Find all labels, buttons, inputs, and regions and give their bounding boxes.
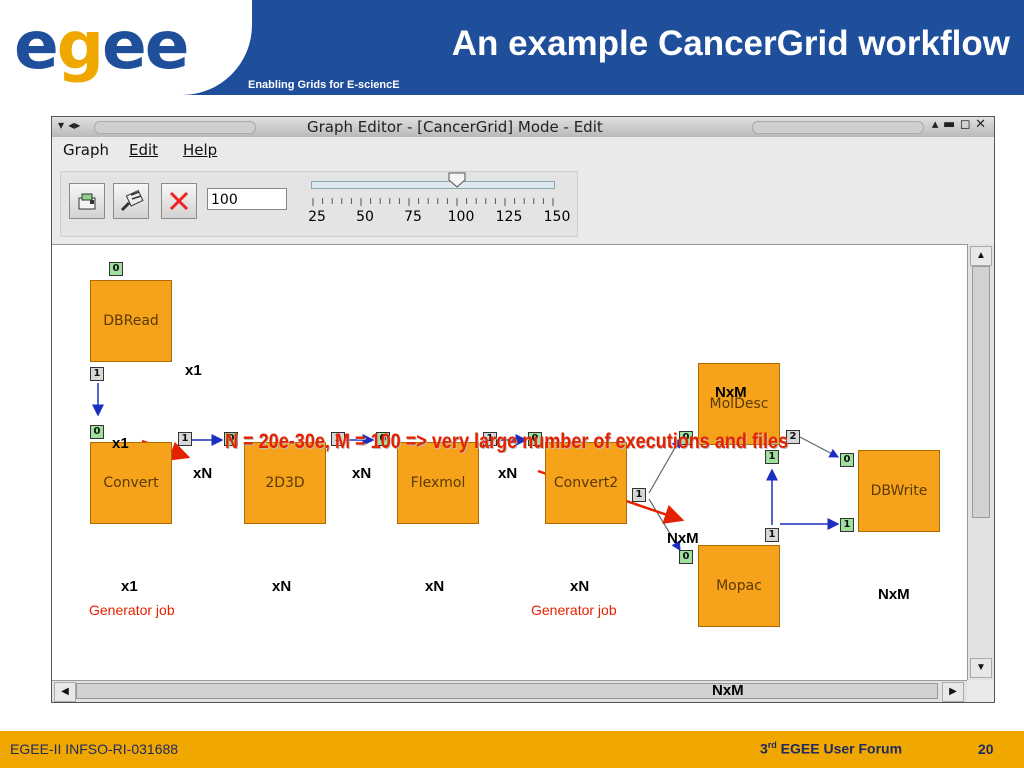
- menu-bar: Graph Edit Help: [52, 137, 994, 161]
- multiplicity-label: x1: [112, 435, 129, 452]
- port-dbwrite-in-1[interactable]: 1: [840, 518, 854, 532]
- multiplicity-label: NxM: [715, 384, 747, 401]
- multiplicity-label: xN: [425, 578, 445, 595]
- edge-moldesc-dbwrite[interactable]: [797, 435, 840, 458]
- node-dbread[interactable]: DBRead: [90, 280, 172, 362]
- node-flexmol[interactable]: Flexmol: [397, 442, 479, 524]
- generator-job-label: Generator job: [89, 602, 175, 618]
- multiplicity-label: NxM: [878, 586, 910, 603]
- open-graph-icon: [78, 193, 96, 210]
- tick-label: 50: [356, 209, 374, 225]
- egee-logo: egee: [14, 7, 190, 84]
- graph-edges: [92, 383, 840, 552]
- multiplicity-label: xN: [193, 465, 213, 482]
- port-convert-out[interactable]: 1: [178, 432, 192, 446]
- titlebar-decoration: [752, 121, 924, 134]
- delete-button[interactable]: [161, 183, 197, 219]
- port-mopac-out[interactable]: 1: [765, 528, 779, 542]
- footer-page-number: 20: [978, 741, 994, 757]
- horizontal-scrollbar[interactable]: ◀ ▶ NxM: [52, 680, 967, 702]
- scroll-right-icon[interactable]: ▶: [942, 682, 964, 702]
- window-title: Graph Editor - [CancerGrid] Mode - Edit: [307, 118, 603, 136]
- multiplicity-label: xN: [570, 578, 590, 595]
- port-dbread-out[interactable]: 1: [90, 367, 104, 381]
- menu-edit[interactable]: Edit: [129, 141, 158, 159]
- port-convert2-out[interactable]: 1: [632, 488, 646, 502]
- vertical-scroll-thumb[interactable]: [972, 266, 990, 518]
- zoom-input[interactable]: 100: [207, 188, 287, 210]
- multiplicity-label: x1: [185, 362, 202, 379]
- horizontal-scroll-thumb[interactable]: [76, 683, 938, 699]
- tick-label: 150: [543, 209, 571, 225]
- node-mopac[interactable]: Mopac: [698, 545, 780, 627]
- slide-tagline: Enabling Grids for E-sciencE: [248, 79, 400, 91]
- tick-label: 75: [404, 209, 422, 225]
- tick-label: 125: [495, 209, 523, 225]
- zoom-tick-labels: 25 50 75 100 125 150: [297, 209, 577, 229]
- toolbar: 100 25 50 75 100 125 150: [60, 171, 578, 237]
- plug-icon: [120, 189, 144, 212]
- titlebar-decoration: [94, 121, 256, 134]
- logo-background: egee: [0, 0, 252, 95]
- multiplicity-label: NxM: [667, 530, 699, 547]
- port-dbwrite-in-0[interactable]: 0: [840, 453, 854, 467]
- slide-title: An example CancerGrid workflow: [451, 24, 1010, 63]
- node-2d3d[interactable]: 2D3D: [244, 442, 326, 524]
- multiplicity-label: xN: [498, 465, 518, 482]
- menu-graph[interactable]: Graph: [63, 141, 109, 159]
- multiplicity-label: NxM: [712, 682, 744, 699]
- connect-button[interactable]: [113, 183, 149, 219]
- graph-canvas[interactable]: DBRead 0 1 Convert 0 1 2D3D 0 1 Flexmol …: [52, 244, 967, 681]
- multiplicity-label: x1: [121, 578, 138, 595]
- generator-job-label: Generator job: [531, 602, 617, 618]
- menu-help[interactable]: Help: [183, 141, 217, 159]
- multiplicity-label: xN: [352, 465, 372, 482]
- multiplicity-label: xN: [272, 578, 292, 595]
- window-menu-icon[interactable]: ▾ ◂▸: [58, 118, 80, 132]
- scroll-up-icon[interactable]: ▲: [970, 246, 992, 266]
- zoom-slider-thumb[interactable]: [448, 172, 466, 188]
- port-mopac-in[interactable]: 0: [679, 550, 693, 564]
- open-graph-button[interactable]: [69, 183, 105, 219]
- scroll-left-icon[interactable]: ◀: [54, 682, 76, 702]
- footer-event: 3rd EGEE User Forum: [760, 740, 903, 757]
- scale-note: N = 20e-30e, M = 100 => very large numbe…: [225, 430, 789, 453]
- node-dbwrite[interactable]: DBWrite: [858, 450, 940, 532]
- slide-footer: EGEE-II INFSO-RI-031688 3rd EGEE User Fo…: [0, 731, 1024, 768]
- port-dbread-in[interactable]: 0: [109, 262, 123, 276]
- node-convert2[interactable]: Convert2: [545, 442, 627, 524]
- slide-header: egee An example CancerGrid workflow Enab…: [0, 0, 1024, 95]
- node-convert[interactable]: Convert: [90, 442, 172, 524]
- delete-x-icon: [169, 191, 189, 211]
- vertical-scrollbar[interactable]: ▲ ▼: [967, 244, 994, 680]
- window-titlebar[interactable]: ▾ ◂▸ Graph Editor - [CancerGrid] Mode - …: [52, 117, 994, 137]
- footer-project-id: EGEE-II INFSO-RI-031688: [10, 741, 179, 757]
- window-controls-icon[interactable]: ▴ ▬ ◻ ✕: [932, 117, 986, 132]
- port-convert-in[interactable]: 0: [90, 425, 104, 439]
- zoom-slider-track[interactable]: [311, 181, 555, 189]
- scroll-down-icon[interactable]: ▼: [970, 658, 992, 678]
- tick-label: 100: [447, 209, 475, 225]
- tick-label: 25: [308, 209, 326, 225]
- zoom-slider-ticks: [312, 198, 554, 206]
- graph-editor-window: ▾ ◂▸ Graph Editor - [CancerGrid] Mode - …: [51, 116, 995, 703]
